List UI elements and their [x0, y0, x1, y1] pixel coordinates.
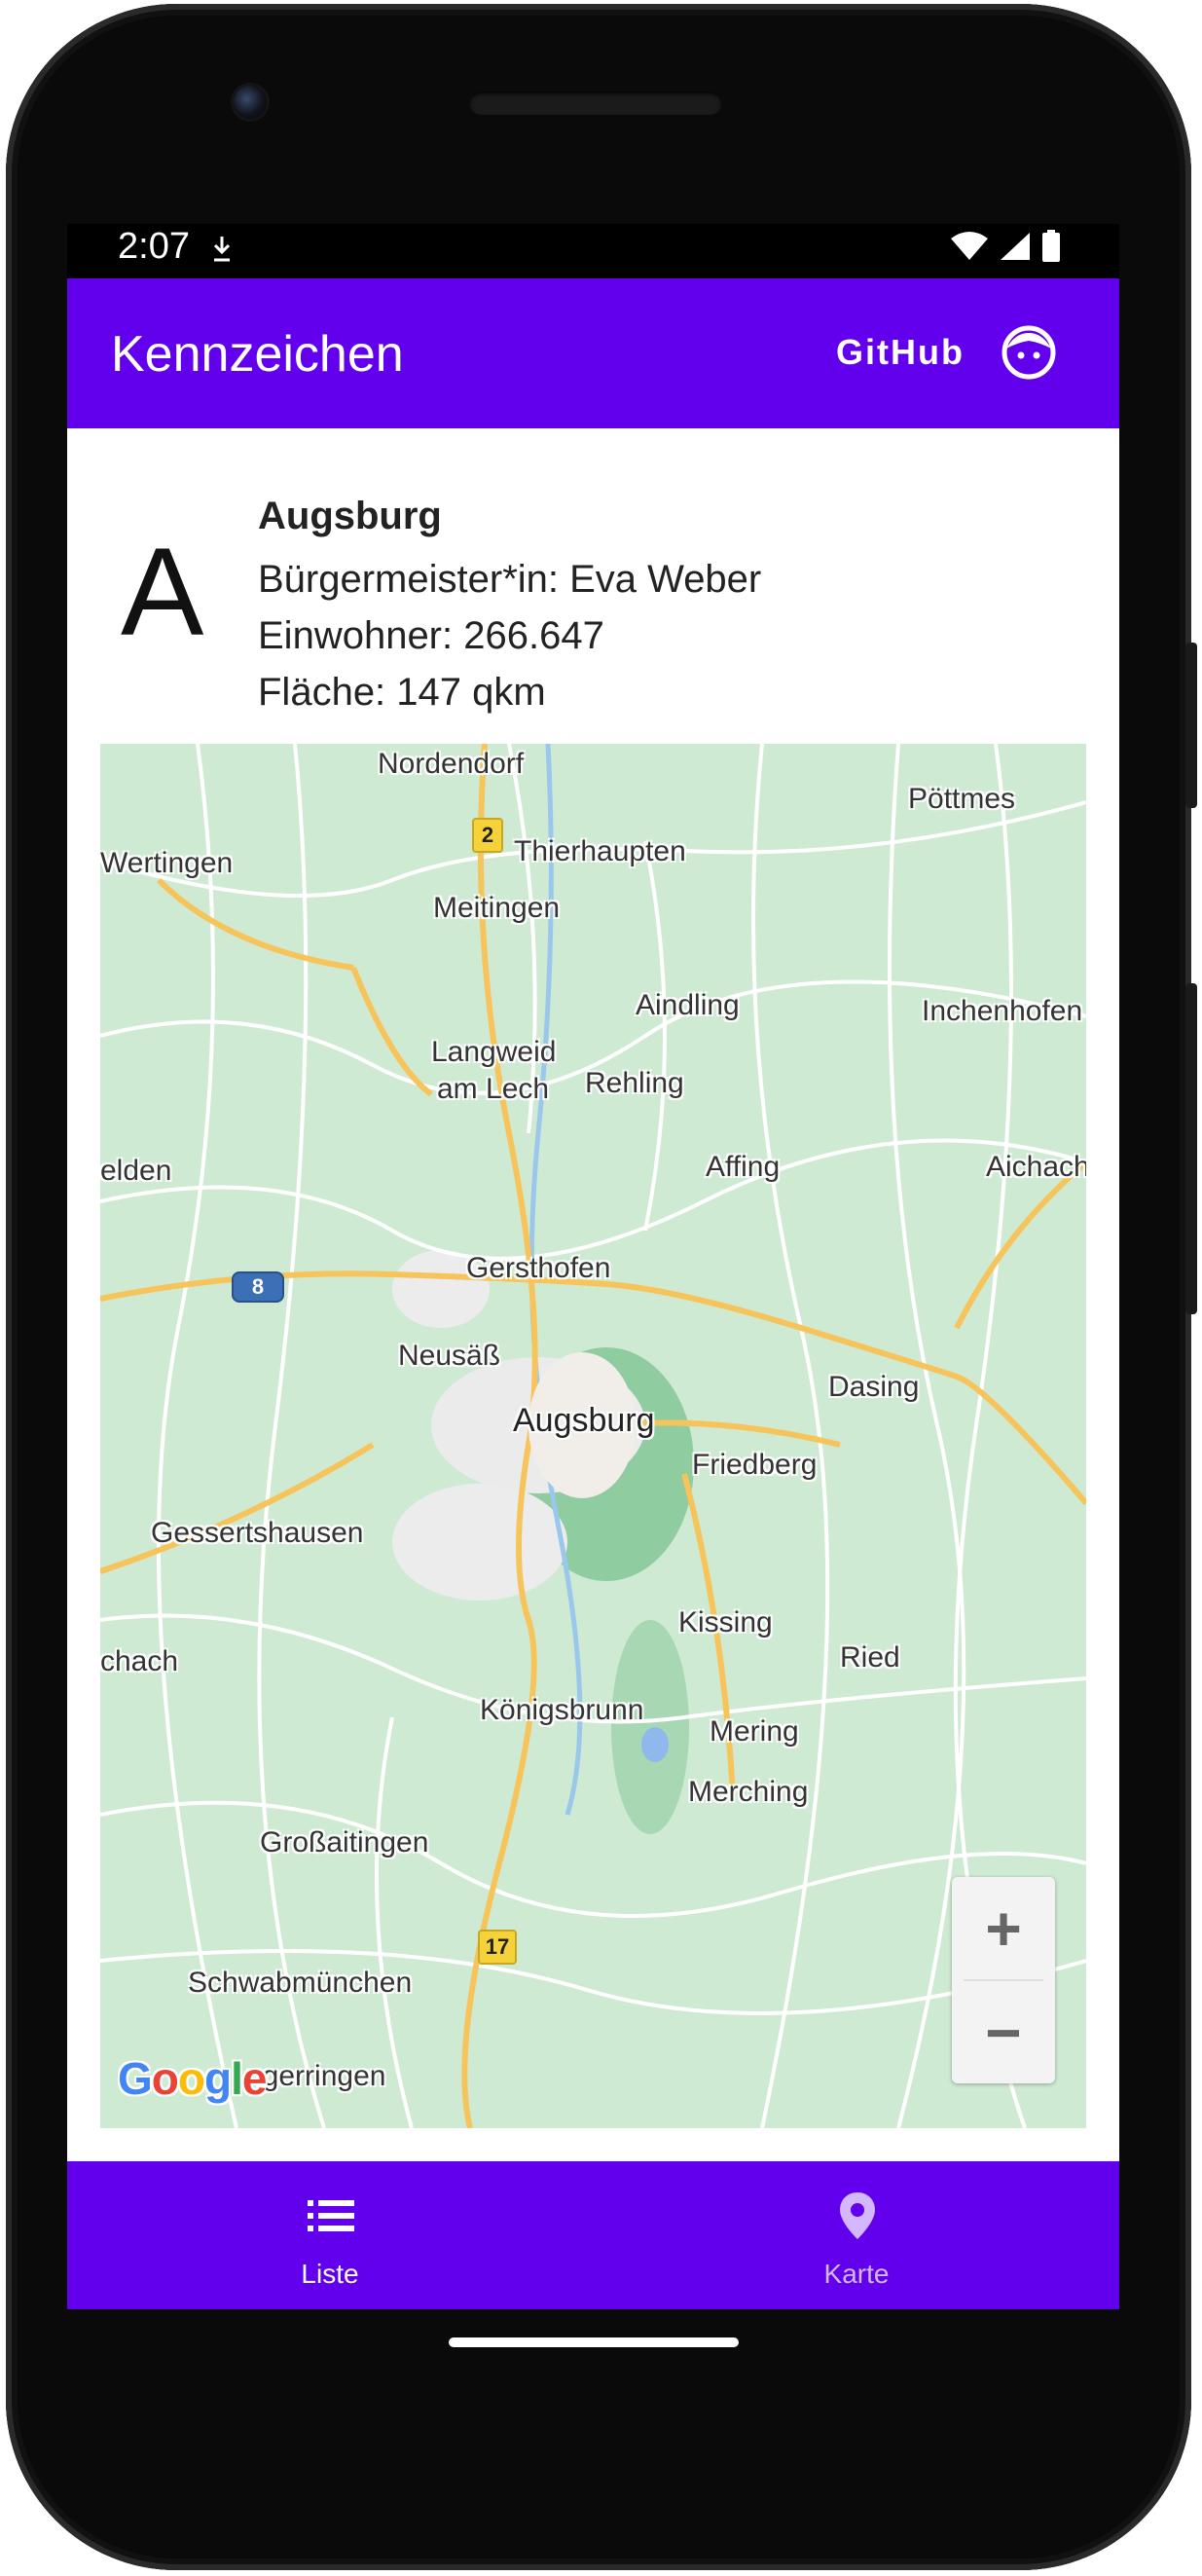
bottom-navigation: Liste Karte [67, 2161, 1119, 2309]
map-label-aindling: Aindling [636, 989, 740, 1021]
phone-frame: 2:07 Kennzeichen GitHub A Augsburg Bürge… [0, 0, 1202, 2576]
map-label-elden: elden [100, 1155, 172, 1187]
map-label-nordendorf: Nordendorf [378, 748, 525, 780]
map-label-ngerringen: ngerringen [246, 2060, 386, 2092]
map-label-gessertshausen: Gessertshausen [151, 1517, 364, 1549]
earpiece-speaker [469, 92, 722, 115]
status-bar: 2:07 [67, 224, 1119, 278]
map-label-langweid: Langweid [431, 1036, 557, 1068]
wifi-icon [951, 232, 988, 260]
detail-content: A Augsburg Bürgermeister*in: Eva Weber E… [67, 428, 1119, 2161]
nav-label-liste: Liste [301, 2259, 359, 2289]
nav-item-karte[interactable]: Karte [594, 2161, 1119, 2309]
face-icon[interactable] [1002, 325, 1056, 380]
signal-icon [1001, 233, 1030, 260]
map-label-thierhaupten: Thierhaupten [514, 835, 686, 867]
map-label-grossaitingen: Großaitingen [260, 1826, 429, 1858]
map-label-affing: Affing [706, 1151, 781, 1183]
map-label-ried: Ried [840, 1641, 900, 1674]
home-indicator [449, 2337, 739, 2347]
google-logo: Google [118, 2053, 267, 2104]
city-name: Augsburg [258, 495, 442, 537]
map-label-wertingen: Wertingen [100, 847, 234, 879]
top-app-bar: Kennzeichen GitHub [67, 278, 1119, 428]
app-title: Kennzeichen [111, 326, 404, 383]
population-text: Einwohner: 266.647 [258, 614, 604, 657]
zoom-in-button[interactable]: + [952, 1877, 1055, 1979]
map-label-neusaess: Neusäß [398, 1340, 501, 1372]
volume-button [1185, 983, 1197, 1314]
nav-label-karte: Karte [823, 2259, 890, 2289]
map-label-am-lech: am Lech [437, 1073, 550, 1105]
plate-letter: A [121, 523, 204, 662]
map-label-augsburg: Augsburg [513, 1402, 655, 1439]
map-view[interactable]: Nordendorf Pöttmes Wertingen Thierhaupte… [100, 744, 1086, 2128]
route-shield-2: 2 [472, 818, 503, 853]
area-text: Fläche: 147 qkm [258, 671, 546, 714]
map-label-schwabmuenchen: Schwabmünchen [188, 1967, 413, 1999]
status-time: 2:07 [118, 226, 190, 267]
list-icon [306, 2190, 356, 2241]
map-label-aichach: Aichach [986, 1151, 1086, 1183]
nav-item-liste[interactable]: Liste [67, 2161, 593, 2309]
battery-icon [1042, 230, 1060, 262]
map-pin-icon [832, 2190, 883, 2241]
map-label-inchenhofen: Inchenhofen [922, 995, 1083, 1027]
map-label-rehling: Rehling [585, 1067, 684, 1099]
route-shield-a8: 8 [232, 1271, 284, 1303]
map-label-chach: chach [100, 1645, 179, 1677]
map-label-mering: Mering [710, 1715, 799, 1748]
map-label-gersthofen: Gersthofen [466, 1252, 611, 1284]
map-label-kissing: Kissing [678, 1606, 773, 1638]
map-label-dasing: Dasing [828, 1371, 920, 1403]
status-icons [950, 230, 1061, 263]
power-button [1185, 643, 1197, 808]
zoom-out-button[interactable]: − [952, 1981, 1055, 2083]
screen: 2:07 Kennzeichen GitHub A Augsburg Bürge… [67, 224, 1119, 2309]
mayor-text: Bürgermeister*in: Eva Weber [258, 558, 762, 601]
map-label-merching: Merching [688, 1776, 809, 1808]
route-shield-17: 17 [478, 1930, 517, 1965]
map-label-poettmes: Pöttmes [908, 783, 1016, 815]
map-label-meitingen: Meitingen [433, 892, 561, 924]
github-button[interactable]: GitHub [836, 313, 965, 391]
front-camera [234, 86, 267, 119]
zoom-controls: + − [952, 1877, 1055, 2083]
map-label-friedberg: Friedberg [692, 1449, 818, 1481]
download-icon [211, 232, 233, 274]
map-label-koenigsbrunn: Königsbrunn [480, 1694, 644, 1726]
